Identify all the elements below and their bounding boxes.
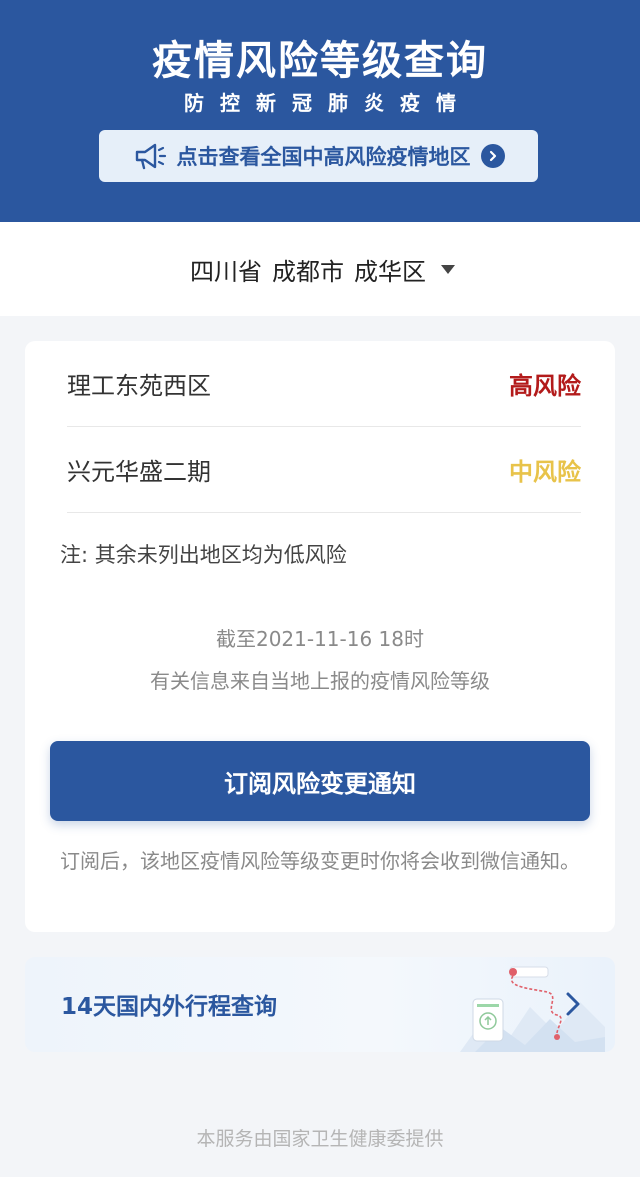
subscribe-button[interactable]: 订阅风险变更通知 <box>50 741 590 821</box>
chevron-right-icon <box>480 144 505 168</box>
risk-area-name: 兴元华盛二期 <box>67 458 211 486</box>
province: 四川省 <box>190 257 262 286</box>
page-subtitle: 防控新冠肺炎疫情 <box>184 91 472 115</box>
footer-text: 本服务由国家卫生健康委提供 <box>196 1128 444 1150</box>
subscribe-note: 订阅后，该地区疫情风险等级变更时你将会收到微信通知。 <box>60 849 580 873</box>
risk-level-high: 高风险 <box>509 372 581 400</box>
high-risk-areas-link[interactable]: 点击查看全国中高风险疫情地区 <box>99 130 538 182</box>
megaphone-icon <box>135 143 166 170</box>
risk-area-name: 理工东苑西区 <box>67 372 211 400</box>
trip-query-card[interactable]: 14天国内外行程查询 <box>25 957 615 1052</box>
route-map-illustration <box>460 966 605 1052</box>
risk-level-medium: 中风险 <box>509 458 581 486</box>
district: 成华区 <box>354 257 426 286</box>
page-title: 疫情风险等级查询 <box>152 38 488 84</box>
location-selector[interactable]: 四川省 成都市 成华区 <box>0 222 640 316</box>
risk-card: 理工东苑西区 高风险 兴元华盛二期 中风险 注: 其余未列出地区均为低风险 截至… <box>25 341 615 932</box>
chevron-right-icon <box>566 992 580 1016</box>
city: 成都市 <box>272 257 344 286</box>
caret-down-icon <box>441 264 455 274</box>
update-time: 截至2021-11-16 18时 <box>215 627 425 651</box>
risk-row: 兴元华盛二期 中风险 <box>67 427 581 513</box>
low-risk-note: 注: 其余未列出地区均为低风险 <box>60 543 347 567</box>
source-info: 有关信息来自当地上报的疫情风险等级 <box>150 669 490 693</box>
header: 疫情风险等级查询 防控新冠肺炎疫情 点击查看全国中高风险疫情地区 <box>0 0 640 222</box>
risk-row: 理工东苑西区 高风险 <box>67 341 581 427</box>
banner-text: 点击查看全国中高风险疫情地区 <box>176 145 471 169</box>
trip-query-label: 14天国内外行程查询 <box>61 994 278 1020</box>
